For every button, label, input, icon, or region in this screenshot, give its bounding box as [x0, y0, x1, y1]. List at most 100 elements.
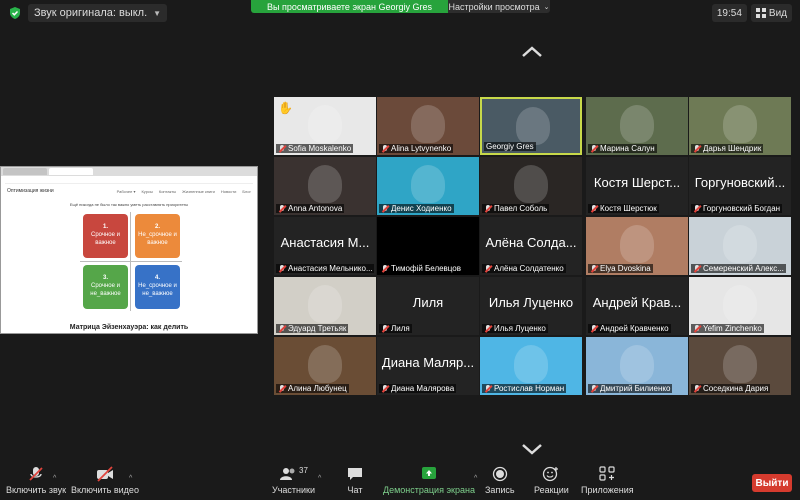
participant-tile[interactable]: Семеренский Алекс... [689, 217, 791, 275]
participant-name: Алина Любунец [288, 384, 347, 393]
apps-button[interactable]: Приложения [581, 466, 634, 495]
participant-tile[interactable]: Тимофій Белевцов [377, 217, 479, 275]
participant-name-label: Алина Любунец [276, 384, 349, 393]
reactions-button[interactable]: Реакции [534, 466, 569, 495]
microphone-muted-icon [381, 204, 389, 213]
participant-video-silhouette [514, 345, 548, 383]
participant-tile[interactable]: Лиля Лиля [377, 277, 479, 335]
record-icon [492, 466, 507, 482]
participant-tile[interactable]: Алёна Солда... Алёна Солдатенко [480, 217, 582, 275]
microphone-muted-icon [590, 384, 598, 393]
matrix-axis-horizontal [80, 261, 182, 262]
participant-tile[interactable]: Elya Dvoskina [586, 217, 688, 275]
participant-tile[interactable]: Костя Шерст... Костя Шерстюк [586, 157, 688, 215]
microphone-muted-icon [29, 467, 43, 481]
microphone-muted-icon [693, 264, 701, 273]
participant-video-silhouette [620, 225, 654, 263]
participant-name-label: Georgiy Gres [484, 142, 536, 151]
people-icon [280, 468, 295, 480]
participants-button[interactable]: 37 Участники [272, 466, 315, 495]
chat-icon [348, 468, 362, 480]
participant-tile[interactable]: Yefim Zinchenko [689, 277, 791, 335]
participant-name: Sofia Moskalenko [288, 144, 352, 153]
participant-tile[interactable]: Анастасия М... Анастасия Мельнико... [274, 217, 376, 275]
reactions-label: Реакции [534, 485, 569, 495]
camera-off-icon [96, 466, 113, 482]
participant-name: Горгуновский Богдан [703, 204, 781, 213]
chevron-up-icon[interactable] [521, 41, 543, 63]
participant-video-silhouette [723, 105, 757, 143]
participant-tile[interactable]: Марина Салун [586, 97, 688, 155]
participant-name-label: Дарья Шендрик [691, 144, 764, 153]
participant-display-name: Диана Маляр... [381, 355, 475, 370]
view-button[interactable]: Вид [750, 4, 792, 22]
share-screen-button[interactable]: Демонстрация экрана [383, 466, 475, 495]
participant-tile[interactable]: Диана Маляр... Диана Малярова [377, 337, 479, 395]
participant-name: Дмитрий Билиенко [600, 384, 671, 393]
microphone-muted-icon [590, 204, 598, 213]
participant-video-silhouette [308, 105, 342, 143]
browser-url-bar [5, 176, 253, 184]
participants-label: Участники [272, 485, 315, 495]
participant-tile[interactable]: Алина Любунец [274, 337, 376, 395]
quadrant-text: Срочное и не_важное [90, 283, 121, 298]
site-nav-item: Контакты [158, 188, 177, 194]
quadrant-text: Срочное и важное [90, 232, 120, 247]
original-sound-toggle[interactable]: Звук оригинала: выкл. ▼ [28, 4, 168, 22]
participant-tile[interactable]: Дарья Шендрик [689, 97, 791, 155]
participant-display-name: Костя Шерст... [593, 175, 681, 190]
participant-name-label: Соседкина Дария [691, 384, 771, 393]
participant-tile[interactable]: Anna Antonova [274, 157, 376, 215]
microphone-muted-icon [381, 264, 389, 273]
participant-tile[interactable]: Илья Луценко Илья Луценко [480, 277, 582, 335]
record-button[interactable]: Запись [485, 466, 515, 495]
chevron-up-icon[interactable]: ^ [129, 475, 132, 482]
browser-tab-active [49, 168, 93, 175]
quadrant-number: 1. [102, 224, 108, 230]
participant-tile[interactable]: Дмитрий Билиенко [586, 337, 688, 395]
microphone-muted-icon [484, 384, 492, 393]
participant-tile[interactable]: Павел Соболь [480, 157, 582, 215]
participant-tile[interactable]: Alina Lytvynenko [377, 97, 479, 155]
participant-tile[interactable]: Ростислав Норман [480, 337, 582, 395]
participant-tile[interactable]: Горгуновский... Горгуновский Богдан [689, 157, 791, 215]
participant-name: Семеренский Алекс... [703, 264, 784, 273]
leave-button[interactable]: Выйти [752, 474, 792, 492]
participant-tile[interactable]: ✋ Sofia Moskalenko [274, 97, 376, 155]
participant-tile[interactable]: Андрей Крав... Андрей Кравченко [586, 277, 688, 335]
shared-screen[interactable]: Оптимизация жизни Рабочее ▾ Курсы Контак… [0, 166, 258, 334]
quadrant-number: 2. [154, 224, 160, 230]
participant-tile[interactable]: Georgiy Gres [480, 97, 582, 155]
participant-name-label: Анастасия Мельнико... [276, 264, 374, 273]
participant-name: Илья Луценко [494, 324, 546, 333]
participants-icon-group: 37 [279, 466, 308, 485]
unmute-button[interactable]: Включить звук [6, 466, 66, 495]
participant-video-silhouette [308, 165, 342, 203]
participant-video-silhouette [723, 285, 757, 323]
apps-label: Приложения [581, 485, 634, 495]
unmute-label: Включить звук [6, 485, 67, 495]
share-screen-label: Демонстрация экрана [383, 485, 475, 495]
participant-tile[interactable]: Соседкина Дария [689, 337, 791, 395]
participant-display-name: Лиля [412, 295, 444, 310]
participant-video-silhouette [411, 105, 445, 143]
participant-display-name: Анастасия М... [280, 235, 370, 250]
chevron-down-icon[interactable] [521, 438, 543, 460]
smiley-plus-icon [543, 466, 559, 482]
meeting-toolbar: Включить звук ^ Включить видео ^ 37 Учас… [0, 462, 800, 500]
participant-name-label: Anna Antonova [276, 204, 345, 213]
participant-video-silhouette [620, 105, 654, 143]
chat-button[interactable]: Чат [346, 466, 364, 495]
participant-tile[interactable]: Эдуард Третьяк [274, 277, 376, 335]
view-settings-button[interactable]: Настройки просмотра ⌄ [448, 0, 550, 13]
chevron-up-icon[interactable]: ^ [474, 475, 477, 482]
participant-name: Костя Шерстюк [600, 204, 657, 213]
microphone-muted-icon [278, 264, 286, 273]
participant-name-label: Elya Dvoskina [588, 264, 653, 273]
chevron-down-icon: ⌄ [543, 3, 550, 11]
chevron-up-icon[interactable]: ^ [318, 475, 321, 482]
participant-name: Yefim Zinchenko [703, 324, 762, 333]
participant-tile[interactable]: Денис Ходиенко [377, 157, 479, 215]
shield-check-icon[interactable] [8, 6, 22, 20]
chevron-up-icon[interactable]: ^ [53, 475, 56, 482]
